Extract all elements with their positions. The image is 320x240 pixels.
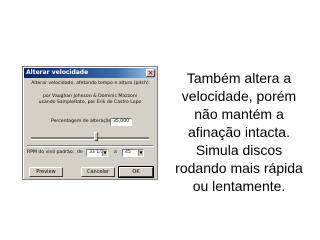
percent-change-label: Percentagem de alteração: [51, 119, 114, 124]
caption-line: rodando mais rápida [175, 160, 303, 176]
rpm-to-value: 45 [125, 150, 131, 155]
rpm-to-select[interactable]: 45 ▼ [122, 149, 144, 157]
chevron-down-icon[interactable]: ▼ [102, 150, 107, 156]
vinyl-rpm-label: RPM do vinil padrão: [27, 150, 75, 155]
caption-line: ou lentamente. [192, 178, 286, 194]
slide-caption: Também altera a velocidade, porém não ma… [160, 69, 318, 195]
caption-line: velocidade, porém [181, 88, 297, 104]
chevron-down-icon[interactable]: ▼ [138, 150, 143, 156]
caption-line: Também altera a [186, 70, 292, 86]
rpm-from-select[interactable]: 33 1/3 ▼ [86, 149, 108, 157]
rpm-from-label: de [77, 150, 83, 155]
change-speed-dialog: Alterar velocidade × Alterar velocidade,… [22, 66, 158, 180]
cancel-button[interactable]: Cancelar [81, 167, 115, 177]
separator [27, 145, 153, 147]
caption-line: não mantém a [194, 106, 284, 122]
caption-line: afinação intacta. [188, 124, 290, 140]
percent-slider-thumb[interactable] [93, 132, 98, 141]
ok-button[interactable]: OK [118, 166, 154, 178]
dialog-description: Alterar velocidade, afetando tempo e alt… [31, 81, 149, 86]
preview-button[interactable]: Preview [29, 167, 63, 177]
dialog-titlebar: Alterar velocidade × [24, 68, 156, 78]
credits-line-2: usando SampleRate, por Erik de Castro Lo… [38, 100, 142, 105]
close-icon[interactable]: × [146, 69, 155, 77]
caption-line: Simula discos [195, 142, 283, 158]
percent-change-input[interactable]: 35,000 [110, 118, 132, 126]
percent-slider-track[interactable] [31, 137, 149, 140]
rpm-to-label: a [114, 150, 117, 155]
dialog-title: Alterar velocidade [26, 69, 89, 76]
